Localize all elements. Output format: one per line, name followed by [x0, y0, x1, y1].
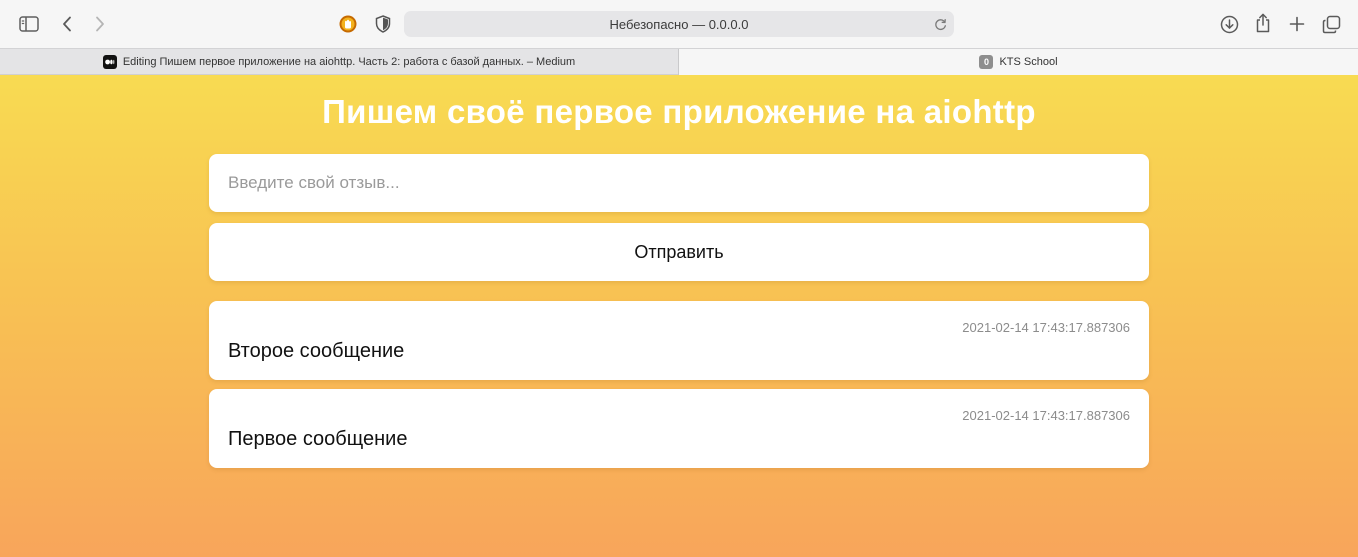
- tab-medium[interactable]: Editing Пишем первое приложение на aioht…: [0, 49, 679, 75]
- message-card: 2021-02-14 17:43:17.887306 Второе сообще…: [209, 301, 1149, 380]
- message-card: 2021-02-14 17:43:17.887306 Первое сообще…: [209, 389, 1149, 468]
- page-title: Пишем своё первое приложение на aiohttp: [322, 93, 1036, 130]
- extension-icon[interactable]: [338, 14, 358, 34]
- message-text: Первое сообщение: [228, 428, 408, 450]
- message-timestamp: 2021-02-14 17:43:17.887306: [962, 320, 1130, 335]
- tab-label: Editing Пишем первое приложение на aioht…: [122, 56, 576, 68]
- review-input[interactable]: [209, 154, 1149, 212]
- chevron-left-icon[interactable]: [58, 13, 76, 35]
- submit-button[interactable]: Отправить: [209, 223, 1149, 281]
- tab-bar: Editing Пишем первое приложение на aioht…: [0, 48, 1358, 75]
- kts-favicon-icon: 0: [979, 55, 994, 69]
- message-timestamp: 2021-02-14 17:43:17.887306: [962, 408, 1130, 423]
- tab-label: KTS School: [999, 56, 1058, 68]
- address-bar[interactable]: Небезопасно — 0.0.0.0: [404, 11, 954, 37]
- address-text: Небезопасно — 0.0.0.0: [609, 16, 749, 32]
- medium-favicon-icon: [102, 55, 117, 69]
- tabs-overview-icon[interactable]: [1320, 13, 1342, 35]
- chevron-right-icon[interactable]: [91, 13, 109, 35]
- tab-kts-school[interactable]: 0 KTS School: [679, 49, 1358, 75]
- page-content: Пишем своё первое приложение на aiohttp …: [0, 75, 1358, 557]
- reload-icon[interactable]: [932, 16, 948, 32]
- sidebar-icon[interactable]: [18, 13, 40, 35]
- share-icon[interactable]: [1252, 12, 1274, 34]
- plus-icon[interactable]: [1286, 13, 1308, 35]
- message-text: Второе сообщение: [228, 340, 405, 362]
- shield-icon[interactable]: [373, 14, 393, 34]
- download-icon[interactable]: [1218, 13, 1240, 35]
- browser-toolbar: Небезопасно — 0.0.0.0: [0, 0, 1358, 48]
